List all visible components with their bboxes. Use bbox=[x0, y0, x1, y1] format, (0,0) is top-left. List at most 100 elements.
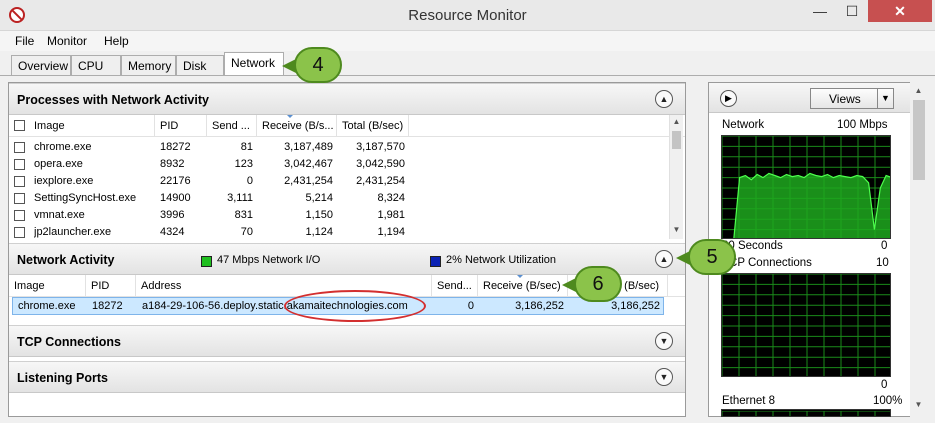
network-details-pane: Processes with Network Activity ▲ Image … bbox=[8, 82, 686, 417]
tab-network[interactable]: Network bbox=[224, 52, 284, 76]
callout-6: 6 bbox=[562, 266, 622, 302]
views-label: Views bbox=[829, 92, 861, 106]
cell-send: 0 bbox=[246, 175, 253, 187]
network-graph-canvas bbox=[722, 136, 890, 238]
cell-total: 2,431,254 bbox=[356, 175, 405, 187]
cell-total: 3,042,590 bbox=[356, 158, 405, 170]
tab-divider bbox=[0, 75, 935, 76]
title-bar: Resource Monitor — ☐ ✕ bbox=[0, 0, 935, 31]
col-image[interactable]: Image bbox=[9, 275, 86, 297]
chevron-down-icon[interactable]: ▼ bbox=[655, 368, 673, 386]
cell-receive: 1,124 bbox=[305, 226, 333, 238]
tab-cpu[interactable]: CPU bbox=[71, 55, 121, 75]
table-row[interactable]: jp2launcher.exe 4324 70 1,124 1,194 bbox=[9, 224, 685, 241]
cell-image: vmnat.exe bbox=[34, 209, 85, 221]
scroll-up-icon[interactable]: ▲ bbox=[671, 117, 682, 126]
ethernet-graph bbox=[721, 409, 891, 417]
cell-total: 8,324 bbox=[377, 192, 405, 204]
select-all-checkbox[interactable] bbox=[14, 120, 25, 131]
cell-receive: 3,042,467 bbox=[284, 158, 333, 170]
cell-send: 831 bbox=[234, 209, 253, 221]
row-checkbox[interactable] bbox=[14, 142, 25, 153]
tcp-graph-min: 0 bbox=[881, 379, 888, 391]
ethernet-graph-max: 100% bbox=[873, 395, 903, 407]
chevron-right-icon[interactable]: ▶ bbox=[720, 90, 737, 107]
col-send[interactable]: Send... bbox=[432, 275, 478, 297]
col-pid[interactable]: PID bbox=[86, 275, 136, 297]
col-image[interactable]: Image bbox=[29, 115, 155, 137]
cell-send: 0 bbox=[467, 300, 474, 312]
col-receive[interactable]: Receive (B/s... bbox=[257, 115, 337, 137]
scroll-thumb[interactable] bbox=[913, 100, 925, 180]
network-activity-title: Network Activity bbox=[17, 253, 115, 267]
processes-section-header[interactable]: Processes with Network Activity ▲ bbox=[9, 83, 685, 115]
scroll-down-icon[interactable]: ▼ bbox=[913, 400, 924, 409]
cell-receive: 3,187,489 bbox=[284, 141, 333, 153]
minimize-button[interactable]: — bbox=[806, 0, 834, 22]
cell-total: 3,187,570 bbox=[356, 141, 405, 153]
col-receive[interactable]: Receive (B/sec) bbox=[478, 275, 568, 297]
col-send[interactable]: Send ... bbox=[207, 115, 257, 137]
graphs-pane-header: ▶ Views ▼ bbox=[709, 83, 910, 113]
cell-receive: 3,186,252 bbox=[515, 300, 564, 312]
sort-indicator-icon bbox=[517, 275, 523, 278]
tcp-graph-max: 10 bbox=[876, 257, 889, 269]
col-total[interactable]: Total (B/sec) bbox=[337, 115, 409, 137]
cell-send: 70 bbox=[240, 226, 253, 238]
ethernet-graph-label: Ethernet 8 bbox=[722, 395, 776, 407]
processes-table: Image PID Send ... Receive (B/s... Total… bbox=[9, 115, 685, 239]
row-checkbox[interactable] bbox=[14, 210, 25, 221]
chevron-up-icon[interactable]: ▲ bbox=[655, 250, 673, 268]
menu-help[interactable]: Help bbox=[104, 34, 129, 48]
listening-ports-section-header[interactable]: Listening Ports ▼ bbox=[9, 361, 685, 393]
dropdown-arrow-icon[interactable]: ▼ bbox=[877, 89, 893, 108]
row-checkbox[interactable] bbox=[14, 193, 25, 204]
views-button[interactable]: Views ▼ bbox=[810, 88, 894, 109]
callout-5: 5 bbox=[676, 239, 736, 275]
cell-pid: 22176 bbox=[160, 175, 191, 187]
row-checkbox[interactable] bbox=[14, 176, 25, 187]
scroll-up-icon[interactable]: ▲ bbox=[913, 86, 924, 95]
col-pid[interactable]: PID bbox=[155, 115, 207, 137]
tab-overview[interactable]: Overview bbox=[11, 55, 71, 75]
menu-file[interactable]: File bbox=[15, 34, 34, 48]
menu-bar: File Monitor Help bbox=[0, 31, 935, 51]
cell-image: opera.exe bbox=[34, 158, 83, 170]
chevron-up-icon[interactable]: ▲ bbox=[655, 90, 673, 108]
cell-pid: 18272 bbox=[92, 300, 123, 312]
tcp-connections-section-header[interactable]: TCP Connections ▼ bbox=[9, 325, 685, 357]
cell-receive: 1,150 bbox=[305, 209, 333, 221]
cell-pid: 3996 bbox=[160, 209, 185, 221]
close-button[interactable]: ✕ bbox=[868, 0, 932, 22]
network-graph bbox=[721, 135, 891, 239]
cell-receive: 5,214 bbox=[305, 192, 333, 204]
graphs-pane: ▶ Views ▼ Network 100 Mbps 60 Seconds 0 … bbox=[708, 82, 911, 417]
cell-send: 81 bbox=[240, 141, 253, 153]
row-checkbox[interactable] bbox=[14, 159, 25, 170]
chevron-down-icon[interactable]: ▼ bbox=[655, 332, 673, 350]
cell-pid: 8932 bbox=[160, 158, 185, 170]
tab-memory[interactable]: Memory bbox=[121, 55, 176, 75]
cell-total: 3,186,252 bbox=[611, 300, 660, 312]
sort-indicator-icon bbox=[287, 115, 293, 118]
table-row[interactable]: iexplore.exe 22176 0 2,431,254 2,431,254 bbox=[9, 173, 685, 190]
cell-receive: 2,431,254 bbox=[284, 175, 333, 187]
tab-disk[interactable]: Disk bbox=[176, 55, 224, 75]
scroll-down-icon[interactable]: ▼ bbox=[671, 225, 682, 234]
cell-send: 3,111 bbox=[227, 192, 253, 204]
callout-4: 4 bbox=[282, 47, 342, 83]
menu-monitor[interactable]: Monitor bbox=[47, 34, 87, 48]
row-checkbox[interactable] bbox=[14, 227, 25, 238]
table-row[interactable]: chrome.exe 18272 81 3,187,489 3,187,570 bbox=[9, 139, 685, 156]
graph-min-label: 0 bbox=[881, 240, 888, 252]
graphs-scrollbar[interactable]: ▲ ▼ bbox=[910, 82, 928, 417]
maximize-button[interactable]: ☐ bbox=[838, 0, 866, 22]
table-row[interactable]: opera.exe 8932 123 3,042,467 3,042,590 bbox=[9, 156, 685, 173]
processes-scrollbar[interactable]: ▲ ▼ bbox=[669, 115, 683, 239]
tcp-connections-title: TCP Connections bbox=[17, 335, 121, 349]
table-row[interactable]: SettingSyncHost.exe 14900 3,111 5,214 8,324 bbox=[9, 190, 685, 207]
highlight-ellipse bbox=[284, 290, 426, 322]
scroll-thumb[interactable] bbox=[672, 131, 681, 149]
table-row[interactable]: vmnat.exe 3996 831 1,150 1,981 bbox=[9, 207, 685, 224]
network-graph-max: 100 Mbps bbox=[837, 119, 888, 131]
